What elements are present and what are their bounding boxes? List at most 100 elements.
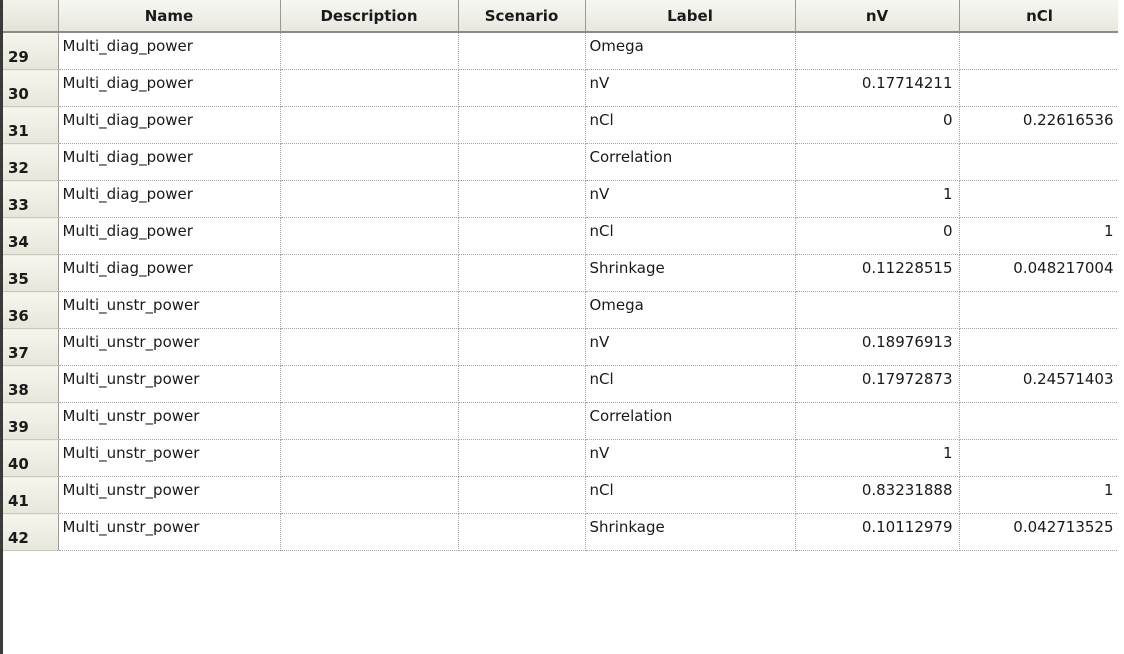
cell-scenario[interactable] (458, 402, 586, 440)
row-number[interactable]: 39 (3, 402, 59, 440)
row-number[interactable]: 29 (3, 32, 59, 70)
cell-name[interactable]: Multi_diag_power (58, 217, 281, 255)
table-row[interactable]: 41 Multi_unstr_power nCl 0.83231888 1 (3, 476, 1121, 514)
corner-header[interactable] (3, 0, 59, 33)
table-row[interactable]: 38 Multi_unstr_power nCl 0.17972873 0.245714… (3, 365, 1121, 403)
cell-ncl[interactable] (959, 180, 1121, 218)
cell-label[interactable]: nV (585, 439, 796, 477)
row-number[interactable]: 38 (3, 365, 59, 403)
cell-label[interactable]: nCl (585, 106, 796, 144)
cell-label[interactable]: Omega (585, 32, 796, 70)
table-row[interactable]: 37 Multi_unstr_power nV 0.18976913 (3, 328, 1121, 366)
row-number[interactable]: 36 (3, 291, 59, 329)
column-header-scenario[interactable]: Scenario (458, 0, 586, 33)
table-row[interactable]: 31 Multi_diag_power nCl 0 0.22616536 (3, 106, 1121, 144)
cell-nv[interactable]: 0.10112979 (795, 513, 960, 551)
cell-nv[interactable] (795, 143, 960, 181)
cell-scenario[interactable] (458, 254, 586, 292)
cell-description[interactable] (280, 180, 459, 218)
cell-description[interactable] (280, 328, 459, 366)
cell-nv[interactable]: 0 (795, 217, 960, 255)
cell-nv[interactable]: 0.83231888 (795, 476, 960, 514)
cell-label[interactable]: Omega (585, 291, 796, 329)
row-number[interactable]: 42 (3, 513, 59, 551)
row-number[interactable]: 40 (3, 439, 59, 477)
cell-description[interactable] (280, 69, 459, 107)
cell-ncl[interactable] (959, 143, 1121, 181)
row-number[interactable]: 35 (3, 254, 59, 292)
cell-description[interactable] (280, 439, 459, 477)
cell-ncl[interactable] (959, 328, 1121, 366)
cell-label[interactable]: nCl (585, 217, 796, 255)
cell-nv[interactable] (795, 32, 960, 70)
cell-label[interactable]: nV (585, 180, 796, 218)
cell-name[interactable]: Multi_unstr_power (58, 328, 281, 366)
cell-description[interactable] (280, 106, 459, 144)
cell-label[interactable]: nV (585, 328, 796, 366)
column-header-description[interactable]: Description (280, 0, 459, 33)
cell-nv[interactable]: 1 (795, 439, 960, 477)
cell-name[interactable]: Multi_unstr_power (58, 439, 281, 477)
row-number[interactable]: 32 (3, 143, 59, 181)
cell-label[interactable]: nCl (585, 476, 796, 514)
cell-scenario[interactable] (458, 32, 586, 70)
cell-nv[interactable]: 0.11228515 (795, 254, 960, 292)
cell-description[interactable] (280, 32, 459, 70)
row-number[interactable]: 34 (3, 217, 59, 255)
cell-scenario[interactable] (458, 180, 586, 218)
cell-nv[interactable]: 0.18976913 (795, 328, 960, 366)
row-number[interactable]: 33 (3, 180, 59, 218)
cell-description[interactable] (280, 402, 459, 440)
cell-name[interactable]: Multi_unstr_power (58, 476, 281, 514)
column-header-ncl[interactable]: nCl (959, 0, 1121, 33)
row-number[interactable]: 37 (3, 328, 59, 366)
cell-name[interactable]: Multi_diag_power (58, 32, 281, 70)
cell-name[interactable]: Multi_unstr_power (58, 365, 281, 403)
cell-label[interactable]: Shrinkage (585, 513, 796, 551)
cell-name[interactable]: Multi_unstr_power (58, 513, 281, 551)
cell-description[interactable] (280, 254, 459, 292)
cell-ncl[interactable]: 0.24571403 (959, 365, 1121, 403)
table-row[interactable]: 39 Multi_unstr_power Correlation (3, 402, 1121, 440)
table-row[interactable]: 30 Multi_diag_power nV 0.17714211 (3, 69, 1121, 107)
cell-ncl[interactable]: 0.042713525 (959, 513, 1121, 551)
table-row[interactable]: 42 Multi_unstr_power Shrinkage 0.10112979 0.… (3, 513, 1121, 551)
column-header-name[interactable]: Name (58, 0, 281, 33)
cell-ncl[interactable] (959, 291, 1121, 329)
cell-label[interactable]: Shrinkage (585, 254, 796, 292)
row-number[interactable]: 31 (3, 106, 59, 144)
cell-label[interactable]: nCl (585, 365, 796, 403)
cell-description[interactable] (280, 513, 459, 551)
cell-ncl[interactable]: 0.22616536 (959, 106, 1121, 144)
cell-name[interactable]: Multi_diag_power (58, 180, 281, 218)
cell-nv[interactable] (795, 402, 960, 440)
cell-scenario[interactable] (458, 69, 586, 107)
cell-name[interactable]: Multi_unstr_power (58, 402, 281, 440)
cell-nv[interactable]: 0.17714211 (795, 69, 960, 107)
cell-description[interactable] (280, 291, 459, 329)
column-header-label[interactable]: Label (585, 0, 796, 33)
cell-scenario[interactable] (458, 476, 586, 514)
cell-ncl[interactable]: 1 (959, 476, 1121, 514)
column-header-nv[interactable]: nV (795, 0, 960, 33)
cell-label[interactable]: Correlation (585, 402, 796, 440)
cell-label[interactable]: Correlation (585, 143, 796, 181)
cell-description[interactable] (280, 217, 459, 255)
cell-name[interactable]: Multi_diag_power (58, 143, 281, 181)
table-row[interactable]: 34 Multi_diag_power nCl 0 1 (3, 217, 1121, 255)
cell-scenario[interactable] (458, 439, 586, 477)
cell-scenario[interactable] (458, 513, 586, 551)
table-row[interactable]: 32 Multi_diag_power Correlation (3, 143, 1121, 181)
table-row[interactable]: 29 Multi_diag_power Omega (3, 32, 1121, 70)
cell-description[interactable] (280, 476, 459, 514)
cell-scenario[interactable] (458, 291, 586, 329)
cell-ncl[interactable]: 1 (959, 217, 1121, 255)
table-row[interactable]: 40 Multi_unstr_power nV 1 (3, 439, 1121, 477)
cell-ncl[interactable] (959, 439, 1121, 477)
cell-ncl[interactable] (959, 402, 1121, 440)
cell-description[interactable] (280, 365, 459, 403)
table-row[interactable]: 35 Multi_diag_power Shrinkage 0.11228515 0.0… (3, 254, 1121, 292)
cell-description[interactable] (280, 143, 459, 181)
cell-nv[interactable]: 0 (795, 106, 960, 144)
row-number[interactable]: 30 (3, 69, 59, 107)
